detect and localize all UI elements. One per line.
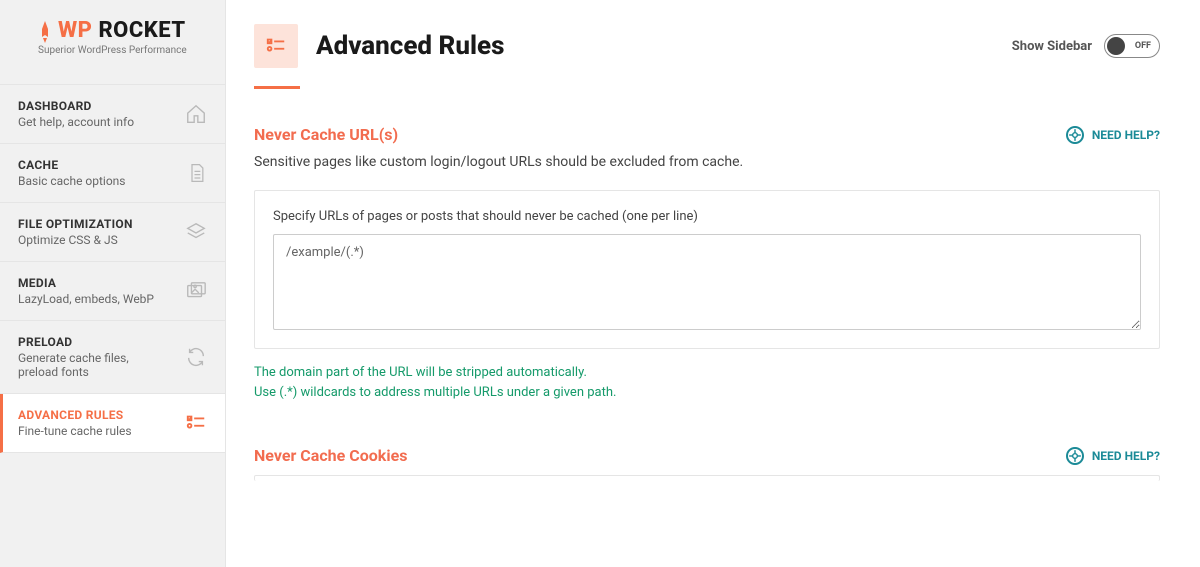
sidebar-item-sub: Basic cache options <box>18 174 126 188</box>
sidebar-item-file-optimization[interactable]: FILE OPTIMIZATION Optimize CSS & JS <box>0 203 225 262</box>
logo-rocket: ROCKET <box>98 18 185 43</box>
field-box <box>254 475 1160 481</box>
sidebar: WP ROCKET Superior WordPress Performance… <box>0 0 225 567</box>
refresh-icon <box>183 346 207 368</box>
field-label: Specify URLs of pages or posts that shou… <box>273 209 1141 224</box>
lifesaver-icon <box>1066 447 1084 465</box>
section-description: Sensitive pages like custom login/logout… <box>254 154 1160 170</box>
sidebar-item-label: FILE OPTIMIZATION <box>18 217 133 231</box>
page-header: Advanced Rules Show Sidebar OFF <box>254 24 1160 86</box>
sidebar-item-sub: Get help, account info <box>18 115 134 129</box>
sidebar-item-sub: Fine-tune cache rules <box>18 424 132 438</box>
section-never-cache-url: Never Cache URL(s) NEED HELP? Sensitive … <box>254 125 1160 402</box>
sidebar-item-sub: Generate cache files, preload fonts <box>18 351 168 379</box>
never-cache-url-input[interactable] <box>273 234 1141 330</box>
section-never-cache-cookies: Never Cache Cookies NEED HELP? <box>254 446 1160 481</box>
sidebar-item-label: ADVANCED RULES <box>18 408 132 422</box>
logo-wp: WP <box>58 18 92 43</box>
home-icon <box>183 103 207 125</box>
field-box: Specify URLs of pages or posts that shou… <box>254 190 1160 349</box>
need-help-button[interactable]: NEED HELP? <box>1066 126 1160 144</box>
page-title: Advanced Rules <box>316 31 504 61</box>
tip-text: The domain part of the URL will be strip… <box>254 363 1160 383</box>
page-list-check-icon <box>254 24 298 68</box>
sidebar-item-label: CACHE <box>18 158 126 172</box>
toggle-knob <box>1107 37 1125 55</box>
sidebar-item-sub: Optimize CSS & JS <box>18 233 133 247</box>
images-icon <box>183 280 207 302</box>
toggle-state-label: OFF <box>1135 41 1151 51</box>
show-sidebar-toggle[interactable]: OFF <box>1104 34 1160 58</box>
sidebar-item-label: DASHBOARD <box>18 99 134 113</box>
show-sidebar-label: Show Sidebar <box>1012 39 1092 54</box>
rocket-icon <box>38 21 52 43</box>
active-tab-indicator <box>254 86 300 89</box>
need-help-label: NEED HELP? <box>1092 449 1160 463</box>
section-title: Never Cache URL(s) <box>254 125 398 144</box>
sidebar-item-sub: LazyLoad, embeds, WebP <box>18 292 154 306</box>
sidebar-item-cache[interactable]: CACHE Basic cache options <box>0 144 225 203</box>
logo: WP ROCKET Superior WordPress Performance <box>0 18 225 74</box>
sidebar-item-advanced-rules[interactable]: ADVANCED RULES Fine-tune cache rules <box>0 394 225 453</box>
field-tips: The domain part of the URL will be strip… <box>254 363 1160 402</box>
sidebar-item-label: PRELOAD <box>18 335 168 349</box>
tip-text: Use (.*) wildcards to address multiple U… <box>254 383 1160 403</box>
section-title: Never Cache Cookies <box>254 446 407 465</box>
nav: DASHBOARD Get help, account info CACHE B… <box>0 84 225 453</box>
need-help-label: NEED HELP? <box>1092 128 1160 142</box>
document-icon <box>183 162 207 184</box>
sidebar-item-dashboard[interactable]: DASHBOARD Get help, account info <box>0 84 225 144</box>
main-content: Advanced Rules Show Sidebar OFF Never Ca… <box>225 0 1200 567</box>
sidebar-item-media[interactable]: MEDIA LazyLoad, embeds, WebP <box>0 262 225 321</box>
lifesaver-icon <box>1066 126 1084 144</box>
layers-icon <box>183 221 207 243</box>
sidebar-item-preload[interactable]: PRELOAD Generate cache files, preload fo… <box>0 321 225 394</box>
sidebar-item-label: MEDIA <box>18 276 154 290</box>
need-help-button[interactable]: NEED HELP? <box>1066 447 1160 465</box>
list-check-icon <box>183 412 207 434</box>
logo-tagline: Superior WordPress Performance <box>38 45 207 56</box>
